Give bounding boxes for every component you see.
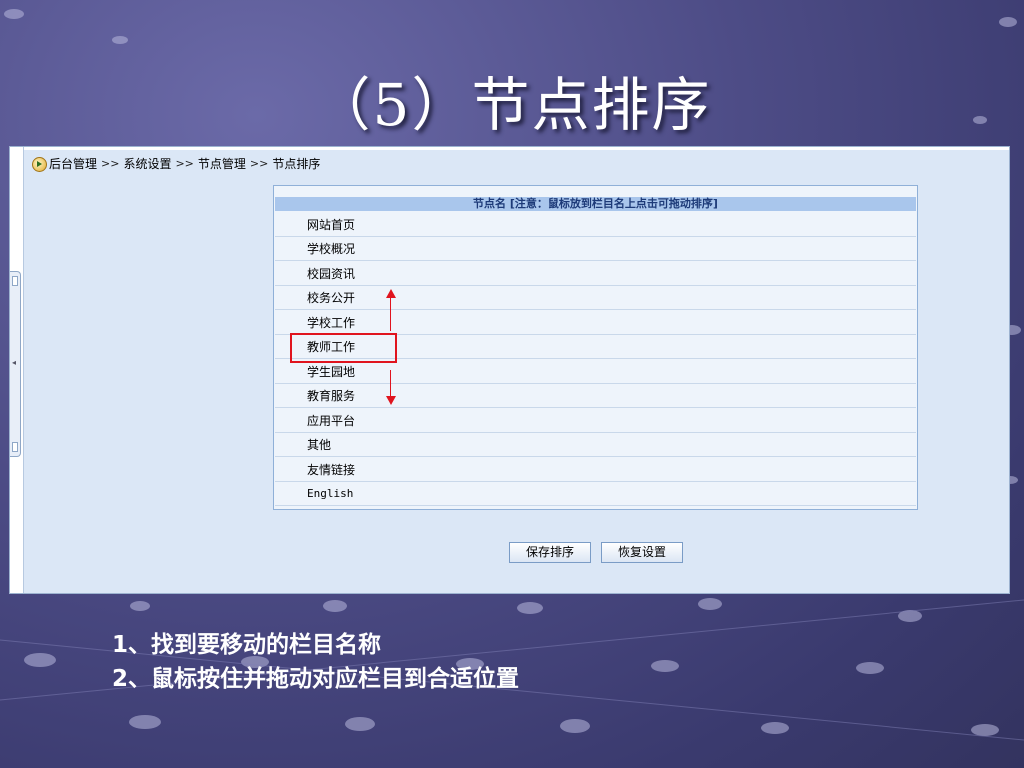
breadcrumb-separator: >> [175,157,194,170]
node-table-header: 节点名 [注意：鼠标放到栏目名上点击可拖动排序] [275,197,916,211]
node-row[interactable]: 教育服务 [275,384,916,408]
breadcrumb: 后台管理 >> 系统设置 >> 节点管理 >> 节点排序 [32,155,320,173]
drag-up-arrow-line [390,293,391,331]
breadcrumb-separator: >> [101,157,120,170]
node-row[interactable]: 学校概况 [275,237,916,261]
breadcrumb-separator: >> [249,157,269,170]
panel-top-border [10,147,1009,150]
node-row[interactable]: 友情链接 [275,458,916,482]
node-row[interactable]: 应用平台 [275,409,916,433]
node-row[interactable]: 学校工作 [275,311,916,335]
collapse-arrow-icon: ◂ [12,358,17,367]
instruction-step-2: 2、鼠标按住并拖动对应栏目到合适位置 [112,666,520,692]
admin-panel-screenshot: ◂ 后台管理 >> 系统设置 >> 节点管理 >> 节点排序 节点名 [注意：鼠… [9,146,1010,594]
save-sort-button[interactable]: 保存排序 [509,542,591,563]
instruction-step-1: 1、找到要移动的栏目名称 [112,632,382,658]
node-sort-table: 节点名 [注意：鼠标放到栏目名上点击可拖动排序] 网站首页 学校概况 校园资讯 … [273,185,918,510]
node-row[interactable]: 网站首页 [275,213,916,237]
breadcrumb-item-system-settings[interactable]: 系统设置 [123,155,171,173]
drag-down-arrow-line [390,370,391,398]
instructions: 1、找到要移动的栏目名称 2、鼠标按住并拖动对应栏目到合适位置 [112,628,519,696]
node-row-selected[interactable]: 教师工作 [275,335,916,359]
sidebar-collapse-handle[interactable]: ◂ [10,271,21,457]
node-row[interactable]: English [275,482,916,506]
breadcrumb-item-node-sort: 节点排序 [272,157,321,171]
drag-down-arrow-icon [386,396,396,405]
restore-settings-button[interactable]: 恢复设置 [601,542,683,563]
breadcrumb-item-admin[interactable]: 后台管理 [49,155,97,173]
node-row[interactable]: 校园资讯 [275,262,916,286]
slide-title: （5）节点排序 [312,71,712,139]
grip-icon [12,442,18,452]
grip-icon [12,276,18,286]
node-row[interactable]: 其他 [275,433,916,457]
drag-up-arrow-icon [386,289,396,298]
node-row[interactable]: 学生园地 [275,360,916,384]
home-icon[interactable] [32,156,47,172]
node-row[interactable]: 校务公开 [275,286,916,310]
breadcrumb-item-node-management[interactable]: 节点管理 [198,155,246,173]
